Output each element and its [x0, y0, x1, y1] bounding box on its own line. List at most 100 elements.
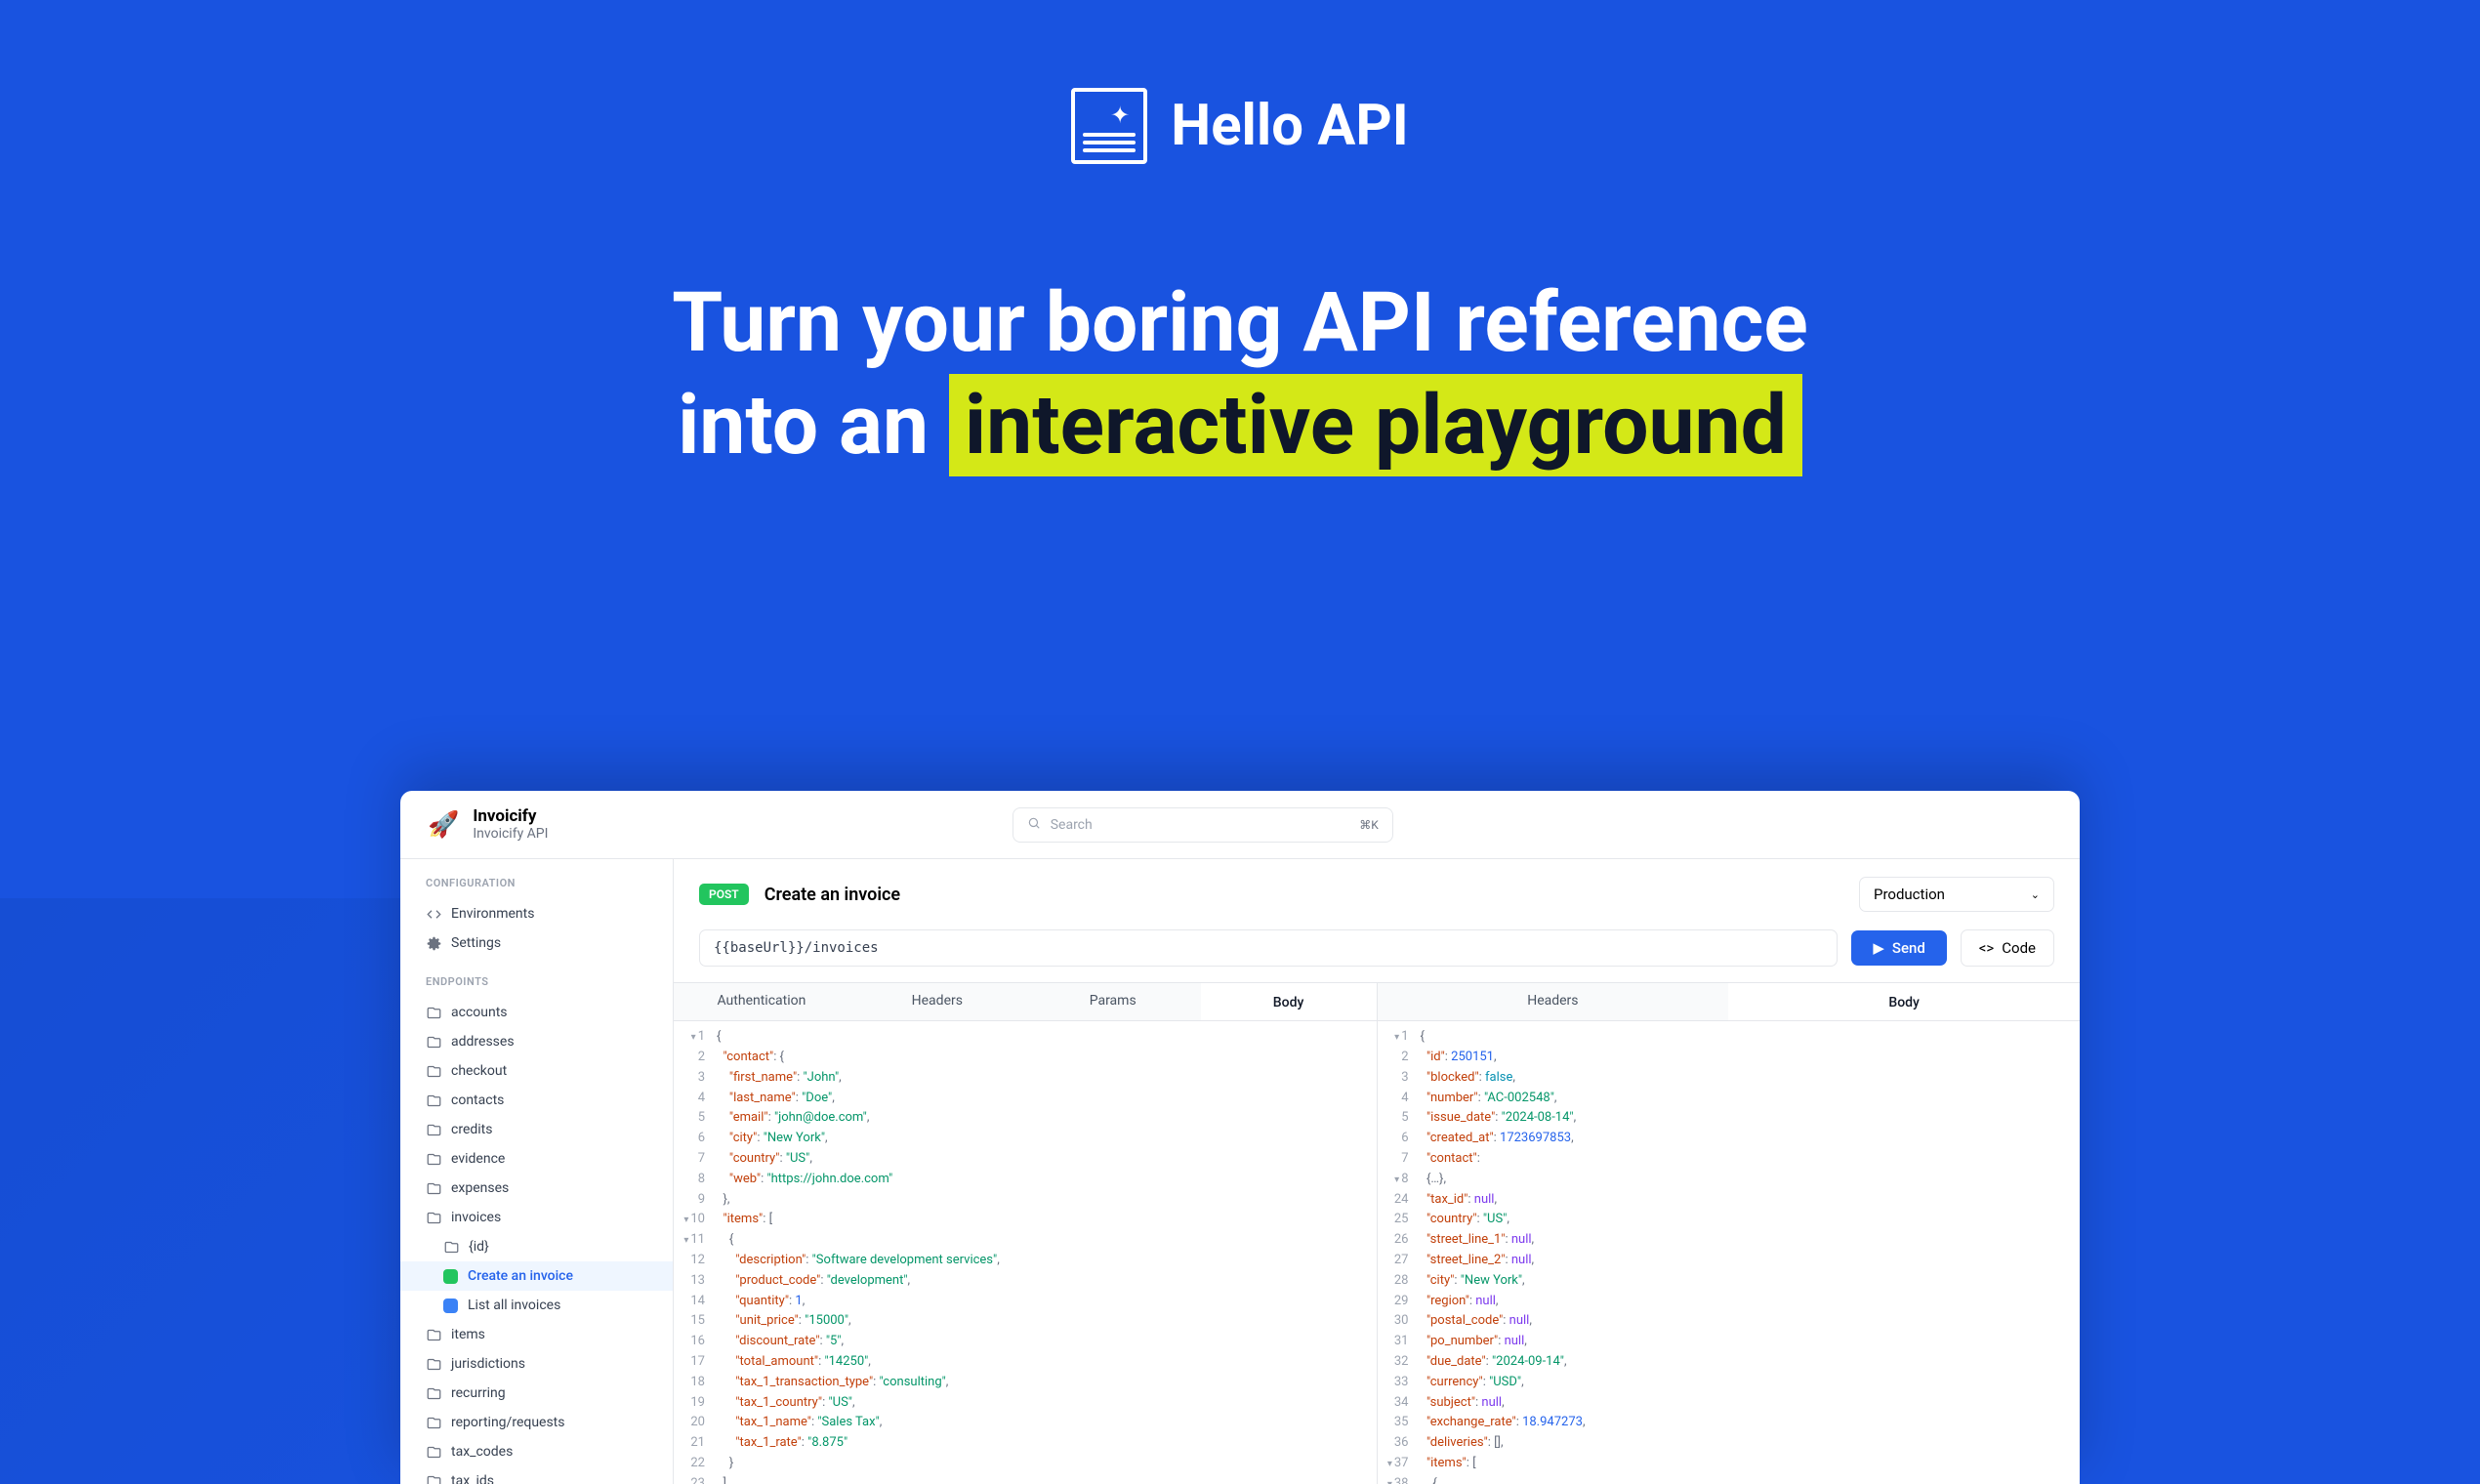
code-line: 26 "street_line_1": null,	[1378, 1230, 2081, 1251]
tab-headers[interactable]: Headers	[849, 983, 1025, 1020]
code-line: 29 "region": null,	[1378, 1292, 2081, 1312]
chevron-down-icon: ⌄	[2031, 888, 2040, 901]
sidebar-item-environments[interactable]: Environments	[400, 899, 673, 928]
environment-select[interactable]: Production ⌄	[1859, 877, 2054, 912]
method-badge: POST	[699, 884, 749, 905]
code-line: 5 "email": "john@doe.com",	[674, 1108, 1377, 1129]
code-line: ▾8 {…},	[1378, 1170, 2081, 1190]
code-line: ▾38 {	[1378, 1474, 2081, 1484]
request-panel: AuthenticationHeadersParamsBody ▾1{2 "co…	[674, 982, 1377, 1484]
search-input[interactable]: Search ⌘K	[1013, 807, 1393, 843]
sidebar-item-createaninvoice[interactable]: Create an invoice	[400, 1261, 673, 1291]
sidebar-item-items[interactable]: items	[400, 1320, 673, 1349]
code-line: 3 "blocked": false,	[1378, 1068, 2081, 1089]
code-line: ▾1{	[674, 1027, 1377, 1048]
tab-params[interactable]: Params	[1025, 983, 1201, 1020]
send-button[interactable]: ▶ Send	[1851, 930, 1946, 966]
code-line: ▾37 "items": [	[1378, 1454, 2081, 1474]
folder-icon	[426, 1181, 441, 1196]
folder-icon	[426, 1416, 441, 1430]
sidebar-item-evidence[interactable]: evidence	[400, 1144, 673, 1174]
sidebar-item-contacts[interactable]: contacts	[400, 1086, 673, 1115]
sidebar-item-reportingrequests[interactable]: reporting/requests	[400, 1408, 673, 1437]
code-line: 19 "tax_1_country": "US",	[674, 1393, 1377, 1414]
sidebar: CONFIGURATION EnvironmentsSettings ENDPO…	[400, 859, 674, 1484]
code-line: 7 "contact":	[1378, 1149, 2081, 1170]
code-line: 22 }	[674, 1454, 1377, 1474]
code-line: ▾11 {	[674, 1230, 1377, 1251]
code-line: 4 "number": "AC-002548",	[1378, 1089, 2081, 1109]
tab-body[interactable]: Body	[1201, 983, 1377, 1020]
code-line: 21 "tax_1_rate": "8.875"	[674, 1433, 1377, 1454]
tab-body[interactable]: Body	[1728, 983, 2080, 1020]
folder-icon	[426, 1328, 441, 1342]
sidebar-endpoints-label: ENDPOINTS	[400, 975, 673, 988]
code-line: 25 "country": "US",	[1378, 1210, 2081, 1230]
tab-authentication[interactable]: Authentication	[674, 983, 849, 1020]
brand-name: Hello API	[1171, 93, 1408, 159]
gear-icon	[426, 936, 441, 951]
code-line: 35 "exchange_rate": 18.947273,	[1378, 1413, 2081, 1433]
code-line: 4 "last_name": "Doe",	[674, 1089, 1377, 1109]
sidebar-item-credits[interactable]: credits	[400, 1115, 673, 1144]
code-line: 34 "subject": null,	[1378, 1393, 2081, 1414]
code-line: 18 "tax_1_transaction_type": "consulting…	[674, 1373, 1377, 1393]
code-button[interactable]: <> Code	[1961, 929, 2054, 967]
app-title: Invoicify	[473, 806, 548, 826]
code-line: 15 "unit_price": "15000",	[674, 1311, 1377, 1332]
folder-icon	[426, 1006, 441, 1020]
folder-icon	[426, 1445, 441, 1460]
sidebar-item-id[interactable]: {id}	[400, 1232, 673, 1261]
sidebar-item-expenses[interactable]: expenses	[400, 1174, 673, 1203]
code-line: 5 "issue_date": "2024-08-14",	[1378, 1108, 2081, 1129]
play-icon: ▶	[1873, 939, 1884, 957]
code-line: 13 "product_code": "development",	[674, 1271, 1377, 1292]
method-dot-icon	[443, 1269, 458, 1284]
sidebar-item-invoices[interactable]: invoices	[400, 1203, 673, 1232]
folder-icon	[426, 1035, 441, 1050]
endpoint-title: Create an invoice	[765, 885, 900, 905]
code-line: 31 "po_number": null,	[1378, 1332, 2081, 1352]
code-line: 6 "city": "New York",	[674, 1129, 1377, 1149]
search-icon	[1027, 816, 1041, 834]
folder-icon	[426, 1093, 441, 1108]
code-line: 24 "tax_id": null,	[1378, 1190, 2081, 1211]
folder-icon	[426, 1064, 441, 1079]
code-line: 30 "postal_code": null,	[1378, 1311, 2081, 1332]
response-panel: HeadersBody ▾1{2 "id": 250151,3 "blocked…	[1377, 982, 2081, 1484]
response-body-viewer[interactable]: ▾1{2 "id": 250151,3 "blocked": false,4 "…	[1378, 1021, 2081, 1484]
sidebar-item-checkout[interactable]: checkout	[400, 1056, 673, 1086]
app-subtitle: Invoicify API	[473, 826, 548, 843]
sidebar-item-taxcodes[interactable]: tax_codes	[400, 1437, 673, 1466]
sidebar-item-listallinvoices[interactable]: List all invoices	[400, 1291, 673, 1320]
code-line: ▾1{	[1378, 1027, 2081, 1048]
code-line: 27 "street_line_2": null,	[1378, 1251, 2081, 1271]
code-line: 17 "total_amount": "14250",	[674, 1352, 1377, 1373]
folder-icon	[426, 1152, 441, 1167]
sidebar-item-jurisdictions[interactable]: jurisdictions	[400, 1349, 673, 1379]
code-line: 16 "discount_rate": "5",	[674, 1332, 1377, 1352]
search-kbd: ⌘K	[1359, 818, 1379, 832]
brand-logo: ✦ Hello API	[1071, 88, 1408, 164]
request-body-editor[interactable]: ▾1{2 "contact": {3 "first_name": "John",…	[674, 1021, 1377, 1484]
logo-icon: ✦	[1071, 88, 1147, 164]
code-line: 7 "country": "US",	[674, 1149, 1377, 1170]
sidebar-item-accounts[interactable]: accounts	[400, 998, 673, 1027]
folder-icon	[426, 1386, 441, 1401]
sidebar-item-recurring[interactable]: recurring	[400, 1379, 673, 1408]
code-line: 20 "tax_1_name": "Sales Tax",	[674, 1413, 1377, 1433]
folder-icon	[426, 1211, 441, 1225]
folder-icon	[443, 1240, 459, 1255]
code-line: 23 ],	[674, 1474, 1377, 1484]
code-line: 6 "created_at": 1723697853,	[1378, 1129, 2081, 1149]
sidebar-item-addresses[interactable]: addresses	[400, 1027, 673, 1056]
sidebar-item-settings[interactable]: Settings	[400, 928, 673, 958]
rocket-icon: 🚀	[428, 810, 459, 840]
url-input[interactable]: {{baseUrl}}/invoices	[699, 929, 1838, 967]
code-line: 2 "id": 250151,	[1378, 1048, 2081, 1068]
request-tabs: AuthenticationHeadersParamsBody	[674, 983, 1377, 1021]
sidebar-item-taxids[interactable]: tax_ids	[400, 1466, 673, 1484]
code-line: 2 "contact": {	[674, 1048, 1377, 1068]
tab-headers[interactable]: Headers	[1378, 983, 1729, 1020]
app-window: 🚀 Invoicify Invoicify API Search ⌘K CONF…	[400, 791, 2080, 1484]
